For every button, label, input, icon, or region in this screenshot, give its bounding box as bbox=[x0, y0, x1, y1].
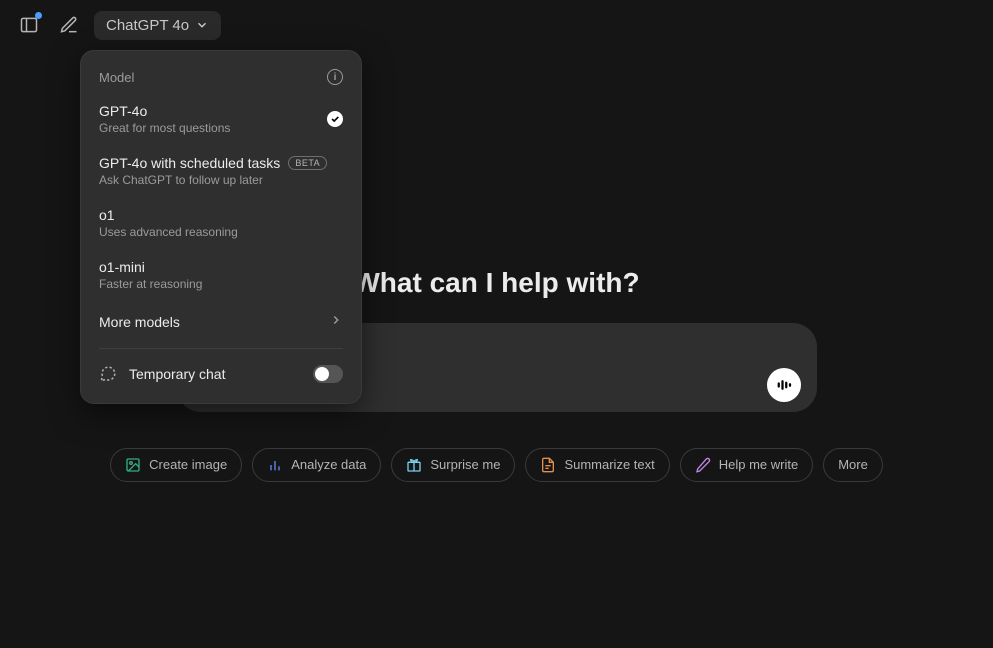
model-name: GPT-4o with scheduled tasks bbox=[99, 155, 280, 171]
model-name: o1-mini bbox=[99, 259, 145, 275]
dropdown-header-label: Model bbox=[99, 70, 134, 85]
pencil-icon bbox=[695, 457, 711, 473]
dashed-chat-icon bbox=[99, 365, 117, 383]
chip-create-image[interactable]: Create image bbox=[110, 448, 242, 482]
model-desc: Great for most questions bbox=[99, 121, 230, 135]
more-models-button[interactable]: More models bbox=[81, 301, 361, 342]
chip-label: Create image bbox=[149, 457, 227, 472]
chip-label: Surprise me bbox=[430, 457, 500, 472]
main-heading: What can I help with? bbox=[353, 267, 639, 299]
chip-label: More bbox=[838, 457, 868, 472]
info-icon[interactable]: i bbox=[327, 69, 343, 85]
chip-summarize-text[interactable]: Summarize text bbox=[525, 448, 669, 482]
toggle-knob bbox=[315, 367, 329, 381]
divider bbox=[99, 348, 343, 349]
chart-icon bbox=[267, 457, 283, 473]
image-icon bbox=[125, 457, 141, 473]
temporary-chat-label: Temporary chat bbox=[129, 366, 225, 382]
chip-label: Summarize text bbox=[564, 457, 654, 472]
model-name: GPT-4o bbox=[99, 103, 147, 119]
chip-label: Analyze data bbox=[291, 457, 366, 472]
suggestion-chips: Create image Analyze data Surprise me bbox=[110, 448, 883, 482]
model-option-o1[interactable]: o1 Uses advanced reasoning bbox=[81, 197, 361, 249]
checkmark-icon bbox=[327, 111, 343, 127]
temporary-chat-row[interactable]: Temporary chat bbox=[81, 355, 361, 393]
chip-help-me-write[interactable]: Help me write bbox=[680, 448, 813, 482]
model-option-o1-mini[interactable]: o1-mini Faster at reasoning bbox=[81, 249, 361, 301]
model-desc: Faster at reasoning bbox=[99, 277, 202, 291]
document-icon bbox=[540, 457, 556, 473]
voice-button[interactable] bbox=[767, 368, 801, 402]
model-option-gpt4o[interactable]: GPT-4o Great for most questions bbox=[81, 93, 361, 145]
chip-surprise-me[interactable]: Surprise me bbox=[391, 448, 515, 482]
temporary-chat-toggle[interactable] bbox=[313, 365, 343, 383]
chip-analyze-data[interactable]: Analyze data bbox=[252, 448, 381, 482]
model-desc: Ask ChatGPT to follow up later bbox=[99, 173, 327, 187]
chip-label: Help me write bbox=[719, 457, 798, 472]
more-models-label: More models bbox=[99, 314, 180, 330]
chevron-right-icon bbox=[329, 313, 343, 330]
model-option-gpt4o-tasks[interactable]: GPT-4o with scheduled tasks BETA Ask Cha… bbox=[81, 145, 361, 197]
model-name: o1 bbox=[99, 207, 115, 223]
chip-more[interactable]: More bbox=[823, 448, 883, 482]
model-dropdown: Model i GPT-4o Great for most questions … bbox=[80, 50, 362, 404]
model-desc: Uses advanced reasoning bbox=[99, 225, 238, 239]
waveform-icon bbox=[775, 376, 793, 394]
gift-icon bbox=[406, 457, 422, 473]
beta-badge: BETA bbox=[288, 156, 327, 170]
